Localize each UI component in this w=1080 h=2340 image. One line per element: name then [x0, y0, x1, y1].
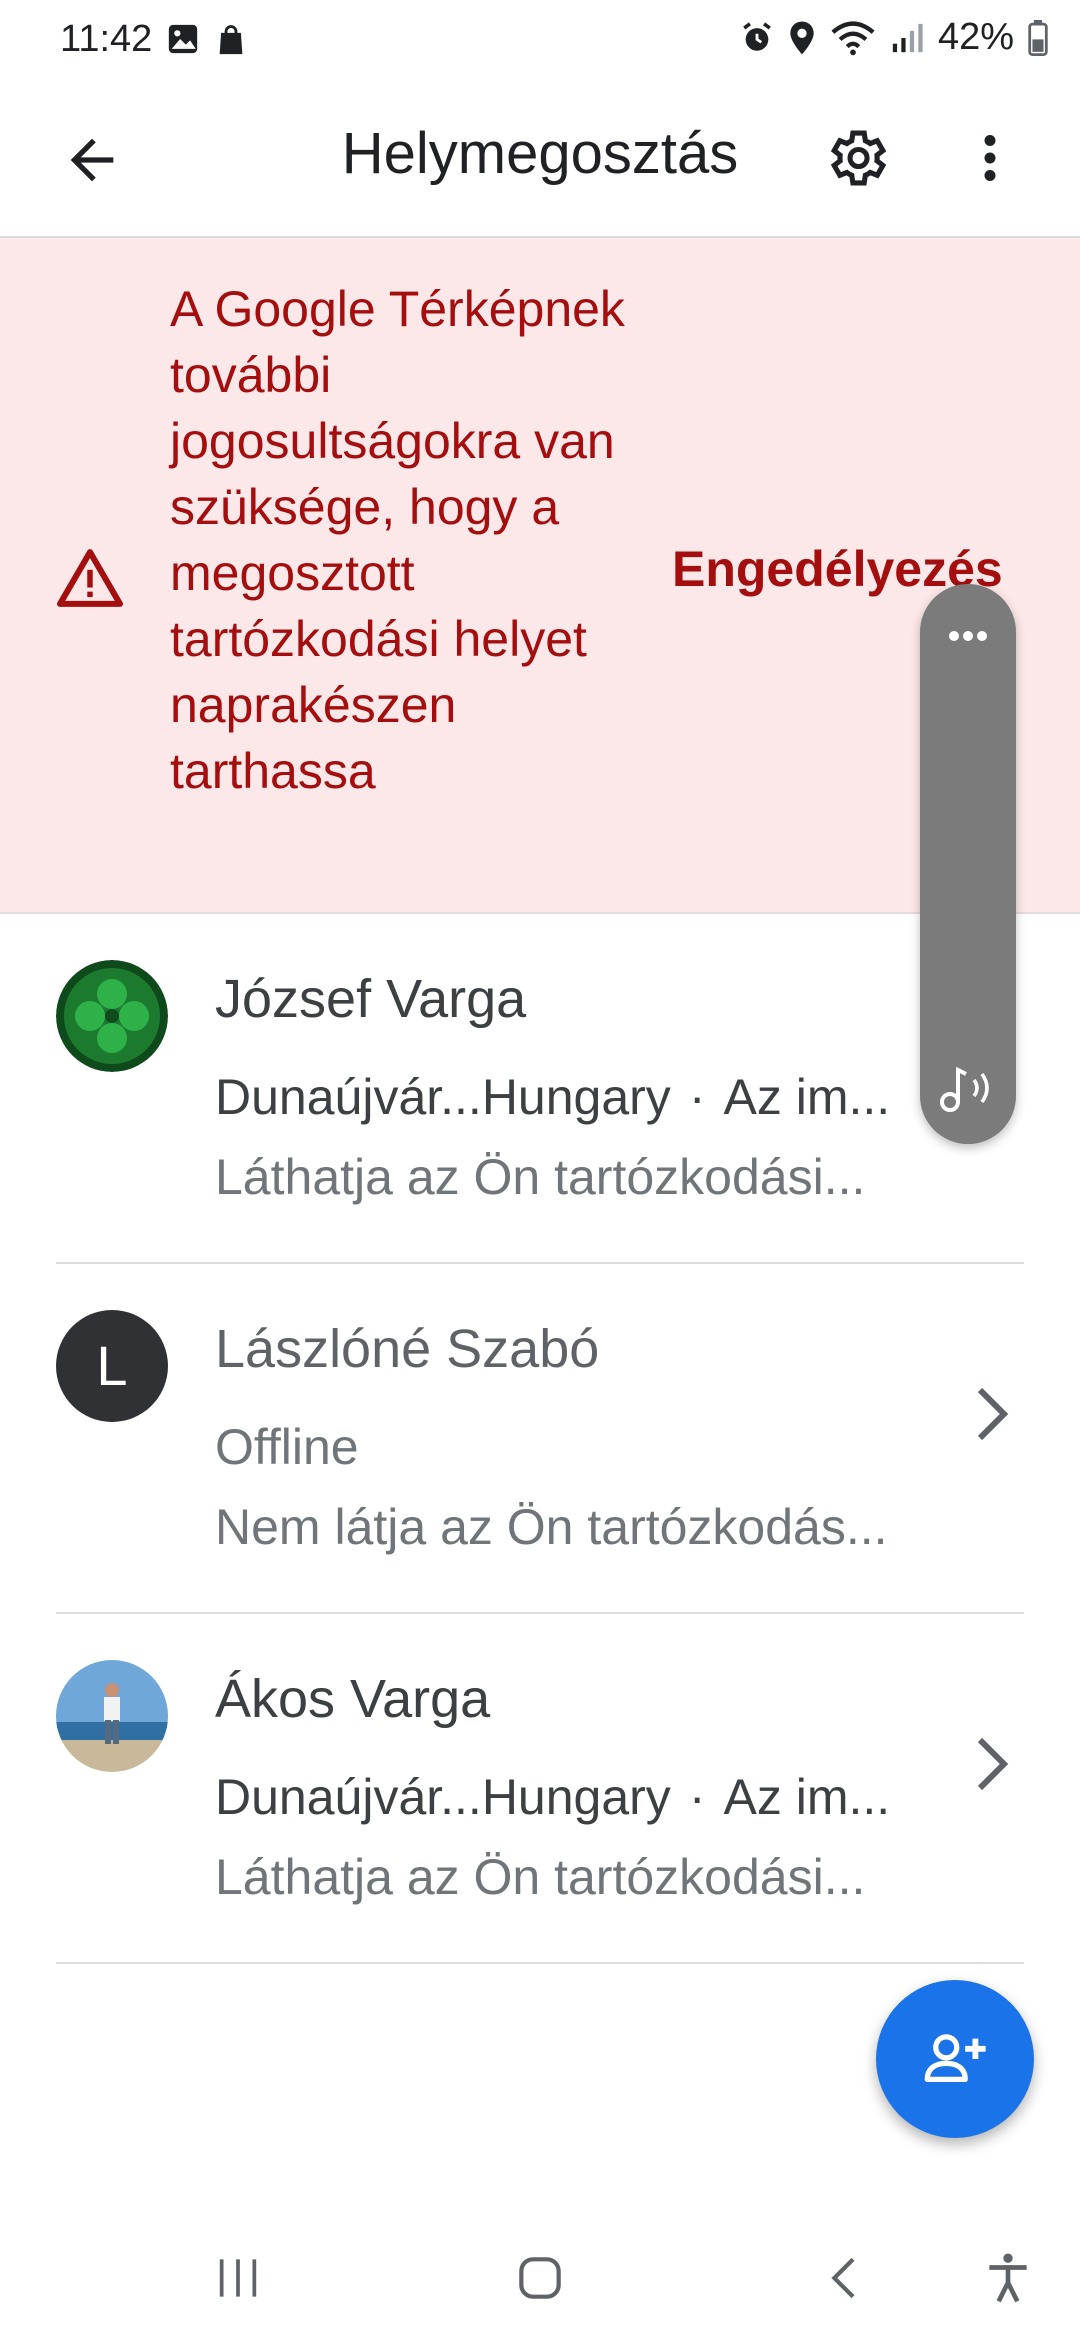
contact-location: Offline — [215, 1419, 359, 1475]
contact-location-line: Dunaújvár...Hungary · Az im... — [215, 1768, 890, 1826]
gallery-icon — [168, 24, 198, 54]
back-icon[interactable] — [818, 2250, 874, 2306]
contact-location: Dunaújvár...Hungary — [215, 1769, 671, 1825]
contact-sharing-status: Láthatja az Ön tartózkodási... — [215, 1849, 866, 1905]
alarm-icon — [743, 21, 771, 51]
status-time: 11:42 — [60, 18, 153, 60]
contact-item-akos-varga[interactable]: Ákos Varga Dunaújvár...Hungary · Az im... … — [0, 1614, 1080, 1964]
more-vert-icon[interactable] — [960, 124, 1020, 192]
music-note-icon[interactable] — [938, 1064, 998, 1112]
location-icon — [790, 21, 814, 54]
warning-icon — [57, 549, 123, 607]
clover-avatar-icon — [56, 960, 168, 1072]
system-nav-bar — [0, 2230, 1080, 2340]
accessibility-icon[interactable] — [980, 2250, 1036, 2306]
battery-icon — [1028, 19, 1048, 56]
divider — [56, 1962, 1024, 1964]
separator-dot: · — [688, 1769, 706, 1825]
banner-message: A Google Térképnek további jogosultságok… — [170, 281, 625, 799]
battery-percentage: 42% — [937, 16, 1014, 58]
status-bar: 11:42 42% — [0, 0, 1080, 84]
add-person-icon — [924, 2034, 986, 2083]
add-person-button[interactable] — [876, 1980, 1034, 2138]
contact-sharing-status: Láthatja az Ön tartózkodási... — [215, 1149, 866, 1205]
separator-dot: · — [688, 1069, 706, 1125]
recents-icon[interactable] — [210, 2250, 266, 2306]
contact-name: Lászlóné Szabó — [215, 1319, 600, 1379]
chevron-right-icon — [977, 1737, 1009, 1791]
app-bar: Helymegosztás — [0, 84, 1080, 238]
contact-time: Az im... — [723, 1769, 891, 1825]
contact-time: Az im... — [723, 1069, 891, 1125]
status-right-group: 42% — [740, 16, 1048, 59]
contact-name: Ákos Varga — [215, 1669, 491, 1729]
shopping-bag-icon — [219, 25, 243, 55]
chevron-right-icon — [977, 1387, 1009, 1441]
floating-media-panel[interactable] — [920, 584, 1016, 1144]
contact-sharing-status: Nem látja az Ön tartózkodás... — [215, 1499, 888, 1555]
page-title: Helymegosztás — [341, 121, 739, 186]
more-horiz-icon[interactable] — [920, 624, 1016, 648]
permission-banner: A Google Térképnek további jogosultságok… — [0, 238, 1080, 914]
signal-icon — [892, 23, 923, 52]
contact-location: Dunaújvár...Hungary — [215, 1069, 671, 1125]
avatar — [56, 1660, 168, 1772]
contact-location-line: Dunaújvár...Hungary · Az im... — [215, 1068, 890, 1126]
avatar: L — [56, 1310, 168, 1422]
avatar — [56, 960, 168, 1072]
contact-item-jozsef-varga[interactable]: József Varga Dunaújvár...Hungary · Az im..… — [0, 914, 1080, 1264]
person-photo-avatar-icon — [56, 1660, 168, 1772]
home-icon[interactable] — [512, 2250, 568, 2306]
gear-icon[interactable] — [822, 124, 890, 192]
wifi-icon — [831, 20, 875, 55]
contact-name: József Varga — [215, 969, 527, 1029]
contact-item-laszlone-szabo[interactable]: L Lászlóné Szabó Offline Nem látja az Ön… — [0, 1264, 1080, 1614]
